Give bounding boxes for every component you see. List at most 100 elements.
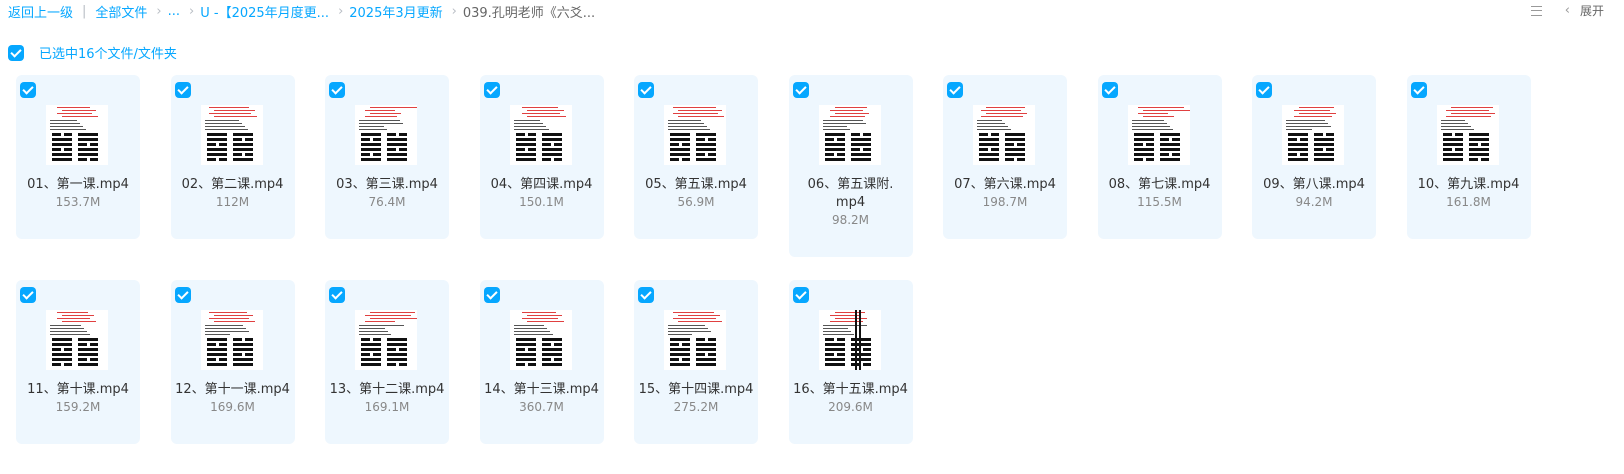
video-thumbnail xyxy=(664,105,726,165)
breadcrumb-all-files[interactable]: 全部文件 xyxy=(95,2,147,21)
selection-count: 已选中16个文件/文件夹 xyxy=(39,47,177,62)
view-controls: ‹ 展开 xyxy=(1530,2,1604,19)
breadcrumb-current: 039.孔明老师《六爻... xyxy=(462,6,596,21)
selection-bar: 已选中16个文件/文件夹 xyxy=(8,43,177,62)
file-card[interactable]: 16、第十五课.mp4 209.6M xyxy=(788,280,913,444)
chevron-right-icon: › xyxy=(338,4,344,19)
file-checkbox[interactable] xyxy=(1256,82,1272,98)
file-card[interactable]: 01、第一课.mp4 153.7M xyxy=(16,75,140,239)
file-size: 169.6M xyxy=(210,400,255,414)
file-checkbox[interactable] xyxy=(638,287,654,303)
file-card[interactable]: 06、第五课附.mp4 98.2M xyxy=(788,75,913,257)
video-thumbnail xyxy=(1282,105,1344,165)
file-name: 07、第六课.mp4 xyxy=(954,177,1056,192)
file-card[interactable]: 11、第十课.mp4 159.2M xyxy=(16,280,140,444)
file-size: 169.1M xyxy=(364,400,410,414)
file-checkbox[interactable] xyxy=(329,287,345,303)
video-thumbnail xyxy=(355,105,417,165)
file-card[interactable]: 13、第十二课.mp4 169.1M xyxy=(325,280,449,444)
file-name: 13、第十二课.mp4 xyxy=(329,382,445,397)
file-name: 14、第十三课.mp4 xyxy=(484,382,599,397)
file-checkbox[interactable] xyxy=(174,82,191,98)
file-checkbox[interactable] xyxy=(638,82,654,98)
file-card[interactable]: 04、第四课.mp4 150.1M xyxy=(479,75,604,239)
video-thumbnail xyxy=(200,105,263,165)
file-card[interactable]: 15、第十四课.mp4 275.2M xyxy=(634,280,758,444)
video-thumbnail xyxy=(46,105,108,165)
file-checkbox[interactable] xyxy=(792,82,809,98)
file-name: 11、第十课.mp4 xyxy=(27,382,129,397)
file-size: 360.7M xyxy=(519,400,564,414)
file-checkbox[interactable] xyxy=(483,287,500,303)
file-card[interactable]: 05、第五课.mp4 56.9M xyxy=(634,75,758,239)
file-checkbox[interactable] xyxy=(174,287,191,303)
file-card[interactable]: 14、第十三课.mp4 360.7M xyxy=(479,280,604,444)
file-checkbox[interactable] xyxy=(1410,82,1427,98)
file-name: 02、第二课.mp4 xyxy=(181,177,284,192)
file-card[interactable]: 12、第十一课.mp4 169.6M xyxy=(170,280,295,444)
file-card[interactable]: 02、第二课.mp4 112M xyxy=(170,75,295,239)
video-thumbnail xyxy=(1436,105,1499,165)
file-card[interactable]: 03、第三课.mp4 76.4M xyxy=(325,75,449,239)
video-thumbnail xyxy=(664,310,726,370)
file-size: 209.6M xyxy=(828,400,873,414)
file-checkbox[interactable] xyxy=(483,82,500,98)
file-size: 161.8M xyxy=(1446,195,1491,209)
file-size: 98.2M xyxy=(831,213,870,227)
separator: | xyxy=(82,4,87,19)
file-size: 150.1M xyxy=(519,195,564,209)
chevron-right-icon: › xyxy=(451,4,457,19)
file-checkbox[interactable] xyxy=(329,82,345,98)
top-bar: 返回上一级 | 全部文件 › ... › U -【2025年月度更... › 2… xyxy=(0,0,1624,22)
chevron-left-icon[interactable]: ‹ xyxy=(1565,3,1570,18)
file-name: 08、第七课.mp4 xyxy=(1108,177,1211,192)
video-thumbnail xyxy=(509,310,572,370)
file-card[interactable]: 08、第七课.mp4 115.5M xyxy=(1097,75,1222,239)
breadcrumb-folder-march[interactable]: 2025年3月更新 xyxy=(349,2,442,21)
file-name: 10、第九课.mp4 xyxy=(1417,177,1520,192)
video-thumbnail xyxy=(355,310,417,370)
file-size: 94.2M xyxy=(1295,195,1333,209)
list-view-icon[interactable] xyxy=(1530,5,1543,17)
file-name: 05、第五课.mp4 xyxy=(645,177,747,192)
chevron-right-icon: › xyxy=(156,4,162,19)
file-size: 159.2M xyxy=(55,400,101,414)
file-card[interactable]: 07、第六课.mp4 198.7M xyxy=(943,75,1067,239)
breadcrumb-folder-monthly[interactable]: U -【2025年月度更... xyxy=(200,2,329,21)
file-name: 04、第四课.mp4 xyxy=(490,177,593,192)
file-name: 09、第八课.mp4 xyxy=(1263,177,1365,192)
file-checkbox[interactable] xyxy=(947,82,963,98)
file-card[interactable]: 10、第九课.mp4 161.8M xyxy=(1406,75,1531,239)
file-card[interactable]: 09、第八课.mp4 94.2M xyxy=(1252,75,1376,239)
file-checkbox[interactable] xyxy=(1101,82,1118,98)
file-name: 12、第十一课.mp4 xyxy=(175,382,290,397)
file-checkbox[interactable] xyxy=(20,287,36,303)
file-size: 56.9M xyxy=(677,195,715,209)
select-all-checkbox[interactable] xyxy=(8,44,24,61)
expand-button[interactable]: 展开 xyxy=(1580,2,1604,19)
file-name: 01、第一课.mp4 xyxy=(27,177,129,192)
file-size: 153.7M xyxy=(55,195,101,209)
video-thumbnail xyxy=(818,310,881,370)
file-name: 06、第五课附.mp4 xyxy=(807,177,894,210)
file-name: 15、第十四课.mp4 xyxy=(638,382,754,397)
video-thumbnail xyxy=(1127,105,1190,165)
breadcrumb: 返回上一级 | 全部文件 › ... › U -【2025年月度更... › 2… xyxy=(8,2,595,21)
back-link[interactable]: 返回上一级 xyxy=(8,2,73,21)
video-thumbnail xyxy=(818,105,881,165)
file-size: 275.2M xyxy=(673,400,719,414)
video-thumbnail xyxy=(973,105,1035,165)
file-checkbox[interactable] xyxy=(792,287,809,303)
file-name: 03、第三课.mp4 xyxy=(336,177,438,192)
file-size: 198.7M xyxy=(982,195,1028,209)
file-name: 16、第十五课.mp4 xyxy=(793,382,908,397)
file-size: 76.4M xyxy=(368,195,406,209)
video-thumbnail xyxy=(509,105,572,165)
breadcrumb-ellipsis[interactable]: ... xyxy=(168,4,180,19)
video-thumbnail xyxy=(46,310,108,370)
file-checkbox[interactable] xyxy=(20,82,36,98)
chevron-right-icon: › xyxy=(189,4,195,19)
file-size: 115.5M xyxy=(1137,195,1182,209)
video-thumbnail xyxy=(200,310,263,370)
file-size: 112M xyxy=(215,195,250,209)
